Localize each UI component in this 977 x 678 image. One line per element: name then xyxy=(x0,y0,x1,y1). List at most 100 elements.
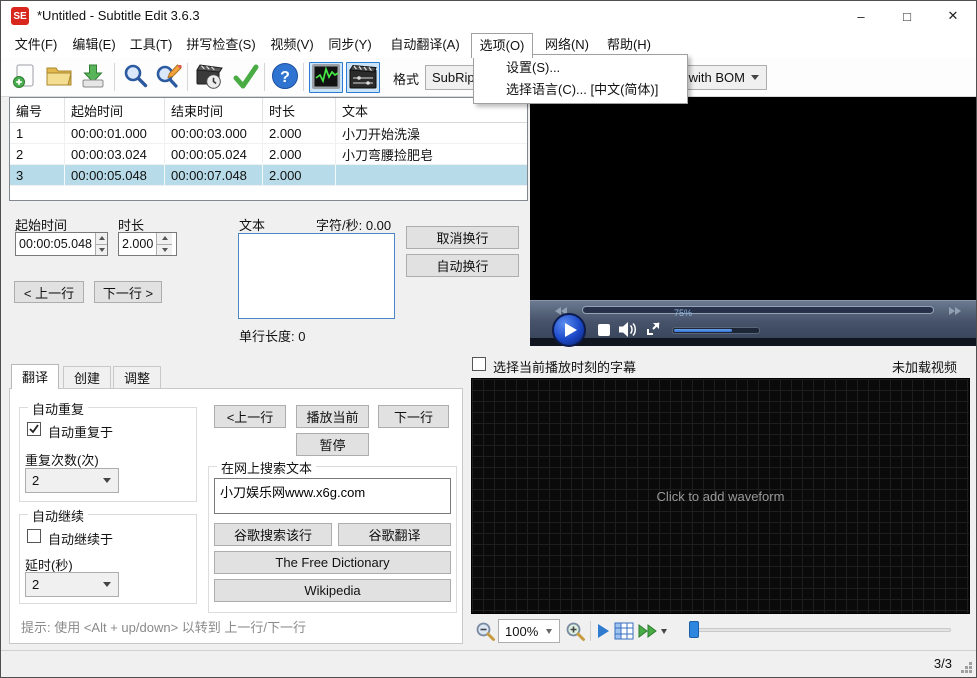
check-icon xyxy=(29,424,39,434)
tab-create[interactable]: 创建 xyxy=(63,366,112,389)
cell-end: 00:00:05.024 xyxy=(165,144,263,164)
volume-slider[interactable] xyxy=(672,327,760,334)
chevron-down-icon xyxy=(751,75,759,80)
menu-auto-translate[interactable]: 自动翻译(A) xyxy=(379,33,471,56)
maximize-button[interactable]: □ xyxy=(884,1,930,31)
play-current-button[interactable]: 播放当前 xyxy=(296,405,369,428)
pause-button[interactable]: 暂停 xyxy=(296,433,369,456)
chevron-down-icon xyxy=(103,478,111,483)
google-translate-button[interactable]: 谷歌翻译 xyxy=(338,523,451,546)
auto-continue-checkbox-label: 自动继续于 xyxy=(48,532,114,547)
clapperboard-clock-icon xyxy=(195,62,223,93)
chevron-down-icon xyxy=(103,582,111,587)
minimize-button[interactable]: – xyxy=(838,1,884,31)
waveform-position-slider[interactable] xyxy=(689,628,951,632)
menu-help[interactable]: 帮助(H) xyxy=(599,33,659,56)
menu-sync[interactable]: 同步(Y) xyxy=(321,33,379,56)
close-button[interactable]: ✕ xyxy=(930,1,976,31)
subtitle-row-3-selected[interactable]: 3 00:00:05.048 00:00:07.048 2.000 xyxy=(10,165,527,186)
next-line-button[interactable]: 下一行 > xyxy=(94,281,162,303)
menu-item-choose-language[interactable]: 选择语言(C)... [中文(简体)] xyxy=(474,79,687,101)
video-player[interactable]: 75% xyxy=(530,97,976,347)
save-icon xyxy=(80,63,106,92)
previous-line-button[interactable]: < 上一行 xyxy=(14,281,84,303)
spin-down[interactable] xyxy=(157,243,173,255)
shortcut-hint: 提示: 使用 <Alt + up/down> 以转到 上一行/下一行 xyxy=(21,620,306,635)
auto-repeat-checkbox[interactable] xyxy=(27,422,41,436)
tab-adjust[interactable]: 调整 xyxy=(113,366,162,389)
cell-text: 小刀弯腰捡肥皂 xyxy=(342,147,434,163)
waveform-area[interactable]: Click to add waveform xyxy=(471,378,970,614)
col-header-number[interactable]: 编号 xyxy=(10,98,65,122)
resize-grip[interactable] xyxy=(969,670,972,673)
spin-up[interactable] xyxy=(96,233,107,244)
visual-sync-button[interactable] xyxy=(193,62,225,93)
select-current-subtitle-checkbox[interactable] xyxy=(472,357,486,371)
new-file-button[interactable] xyxy=(9,62,41,93)
fast-forward-icon[interactable] xyxy=(948,304,962,319)
subtitle-row-1[interactable]: 1 00:00:01.000 00:00:03.000 2.000 小刀开始洗澡 xyxy=(10,123,527,144)
stop-button[interactable] xyxy=(598,324,610,336)
repeat-count-combobox[interactable]: 2 xyxy=(25,468,119,493)
unbreak-button[interactable]: 取消换行 xyxy=(406,226,519,249)
fullscreen-icon[interactable] xyxy=(646,322,660,339)
duration-spinner[interactable]: 2.000 xyxy=(118,232,177,256)
start-time-spinner[interactable]: 00:00:05.048 xyxy=(15,232,108,256)
menu-spellcheck[interactable]: 拼写检查(S) xyxy=(179,33,263,56)
waveform-zoom-combobox[interactable]: 100% xyxy=(498,619,560,643)
open-file-button[interactable] xyxy=(43,62,75,93)
find-button[interactable] xyxy=(119,62,151,93)
auto-continue-checkbox[interactable] xyxy=(27,529,41,543)
auto-repeat-checkbox-label: 自动重复于 xyxy=(48,425,114,440)
list-header-row: 编号 起始时间 结束时间 时长 文本 xyxy=(10,98,527,123)
spin-up[interactable] xyxy=(157,233,173,244)
next-line-button-bottom[interactable]: 下一行 xyxy=(378,405,449,428)
subtitle-row-2[interactable]: 2 00:00:03.024 00:00:05.024 2.000 小刀弯腰捡肥… xyxy=(10,144,527,165)
save-button[interactable] xyxy=(77,62,109,93)
video-toggle-button[interactable] xyxy=(346,62,380,93)
menu-network[interactable]: 网络(N) xyxy=(537,33,597,56)
cell-duration: 2.000 xyxy=(263,123,336,143)
auto-break-button[interactable]: 自动换行 xyxy=(406,254,519,277)
zoom-in-icon[interactable] xyxy=(565,621,586,645)
speed-dropdown-chevron-icon[interactable] xyxy=(661,629,667,634)
cell-number: 1 xyxy=(10,123,65,143)
prev-line-button-bottom[interactable]: <上一行 xyxy=(214,405,286,428)
playback-speed-icon[interactable] xyxy=(637,624,659,641)
options-menu-dropdown: 设置(S)... 选择语言(C)... [中文(简体)] xyxy=(473,54,688,104)
waveform-toggle-button[interactable] xyxy=(309,62,343,93)
waveform-placeholder: Click to add waveform xyxy=(656,488,785,504)
col-header-end[interactable]: 结束时间 xyxy=(165,98,263,122)
app-icon: SE xyxy=(11,7,29,25)
menu-tools[interactable]: 工具(T) xyxy=(123,33,179,56)
open-folder-icon xyxy=(45,63,73,92)
single-line-length-label: 单行长度: 0 xyxy=(239,329,306,344)
col-header-start[interactable]: 起始时间 xyxy=(65,98,165,122)
cell-text xyxy=(336,165,527,185)
subtitle-text-input[interactable] xyxy=(238,233,395,319)
google-search-line-button[interactable]: 谷歌搜索该行 xyxy=(214,523,332,546)
waveform-position-slider-thumb[interactable] xyxy=(689,621,699,638)
tab-translate[interactable]: 翻译 xyxy=(11,364,60,389)
menu-edit[interactable]: 编辑(E) xyxy=(65,33,123,56)
delay-combobox[interactable]: 2 xyxy=(25,572,119,597)
wikipedia-button[interactable]: Wikipedia xyxy=(214,579,451,602)
spell-check-button[interactable] xyxy=(229,62,261,93)
no-video-label: 未加载视频 xyxy=(892,360,958,375)
waveform-play-icon[interactable] xyxy=(597,623,610,642)
web-search-input[interactable]: 小刀娱乐网www.x6g.com xyxy=(214,478,451,514)
free-dictionary-button[interactable]: The Free Dictionary xyxy=(214,551,451,574)
zoom-out-icon[interactable] xyxy=(475,621,496,645)
help-button[interactable]: ? xyxy=(269,62,301,93)
spin-down[interactable] xyxy=(96,243,107,255)
menu-options[interactable]: 选项(O) xyxy=(471,33,533,58)
new-file-icon xyxy=(12,63,38,92)
menu-item-settings[interactable]: 设置(S)... xyxy=(474,57,687,79)
menu-video[interactable]: 视频(V) xyxy=(263,33,321,56)
replace-button[interactable] xyxy=(153,62,185,93)
menu-file[interactable]: 文件(F) xyxy=(7,33,65,56)
seek-bar[interactable] xyxy=(582,306,934,314)
play-button[interactable] xyxy=(552,313,586,347)
columns-view-icon[interactable] xyxy=(614,622,634,643)
col-header-duration[interactable]: 时长 xyxy=(263,98,336,122)
